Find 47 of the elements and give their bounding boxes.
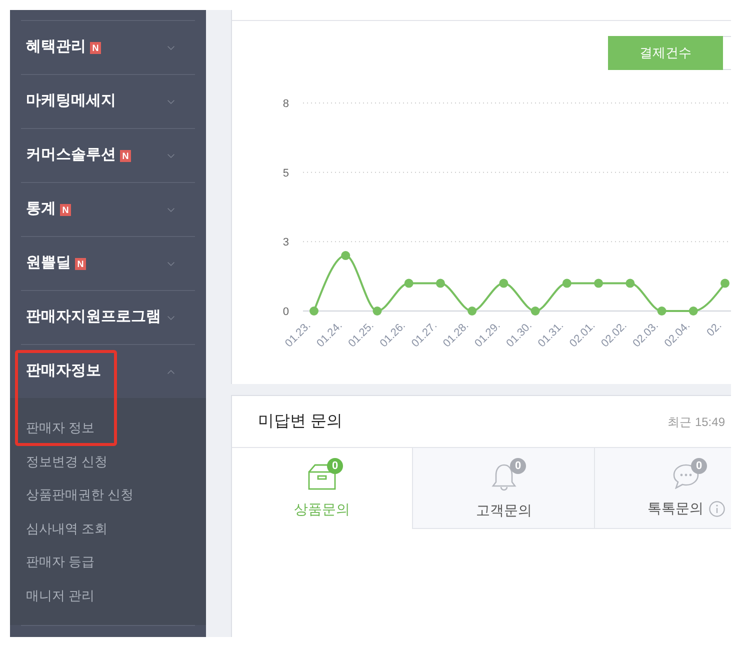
new-badge: N [120, 150, 131, 162]
submenu-item[interactable]: 심사내역 조회 [26, 518, 108, 538]
submenu-item[interactable]: 매니저 관리 [26, 586, 95, 605]
data-point [626, 278, 635, 288]
speech-bubble-icon [672, 463, 700, 489]
menu-item[interactable]: 판매자지원프로그램 [10, 291, 206, 344]
data-point [436, 278, 445, 288]
count-badge: 0 [327, 458, 343, 474]
data-point [310, 306, 318, 316]
legend-button[interactable] [723, 36, 731, 70]
bell-icon [491, 463, 517, 491]
count-badge: 0 [510, 458, 526, 474]
box-icon [308, 463, 336, 490]
data-point [404, 278, 414, 288]
inquiry-tab[interactable]: 0 톡톡문의 [594, 448, 731, 529]
axis-label: 02. [704, 320, 724, 339]
axis-label: 3 [282, 236, 289, 249]
data-point [530, 306, 540, 316]
data-point [468, 306, 477, 316]
data-point [499, 278, 508, 288]
data-point [688, 306, 698, 316]
new-badge: N [60, 204, 71, 216]
submenu-item[interactable]: 상품판매권한 신청 [26, 485, 134, 504]
panel-title: 미답변 문의 [258, 412, 342, 432]
data-point [341, 251, 350, 260]
count-badge: 0 [691, 458, 707, 474]
menu-item[interactable]: 혜택관리 N [10, 21, 206, 74]
submenu-item[interactable]: 정보변경 신청 [26, 452, 108, 471]
menu-item[interactable]: 판매자정보 [10, 345, 206, 398]
axis-label: 8 [282, 98, 289, 110]
new-badge: N [90, 42, 101, 54]
data-point [657, 306, 666, 316]
axis-label: 5 [282, 167, 289, 180]
axis-label: 0 [282, 306, 289, 318]
updated-time: 최근 15:49 [668, 414, 725, 430]
menu-item[interactable]: 커머스솔루션 N [10, 129, 206, 182]
submenu-item[interactable]: 판매자 등급 [26, 552, 95, 572]
data-point [594, 278, 604, 288]
data-point [562, 278, 572, 288]
menu-item[interactable]: 통계 N [10, 183, 206, 236]
data-point [372, 306, 382, 316]
menu-item[interactable]: 원쁠딜 N [10, 237, 206, 290]
submenu-item[interactable]: 판매자 정보 [26, 418, 95, 438]
menu-item[interactable]: 마케팅메세지 [10, 75, 206, 128]
data-point [720, 278, 730, 288]
new-badge: N [75, 258, 86, 270]
inquiry-tab[interactable]: 0 고객문의 [412, 448, 594, 529]
